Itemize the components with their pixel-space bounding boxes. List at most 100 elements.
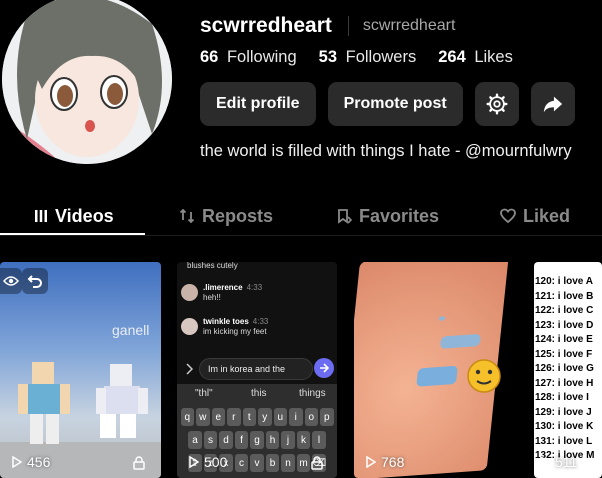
chat-bubble bbox=[439, 333, 481, 349]
chat-message-2: twinkle toes 4:33 im kicking my feet bbox=[203, 317, 268, 337]
tab-videos[interactable]: Videos bbox=[34, 196, 114, 236]
repost-icon bbox=[179, 208, 195, 224]
followers-label: Followers bbox=[345, 48, 417, 66]
settings-button[interactable] bbox=[474, 82, 519, 126]
list-item: 128: i love I bbox=[535, 392, 589, 403]
list-item: 125: i love F bbox=[535, 348, 593, 360]
tab-favorites-label: Favorites bbox=[359, 205, 440, 226]
key: l bbox=[312, 431, 326, 449]
list-item: 123: i love D bbox=[535, 319, 594, 331]
edit-profile-button[interactable]: Edit profile bbox=[200, 82, 316, 126]
likes-label: Likes bbox=[474, 48, 513, 66]
list-item: 129: i love J bbox=[535, 406, 592, 418]
video-tile-3[interactable]: 768 bbox=[354, 262, 518, 478]
tab-reposts-label: Reposts bbox=[202, 205, 274, 226]
lock-icon bbox=[133, 456, 145, 470]
gear-icon bbox=[486, 93, 508, 115]
key: j bbox=[281, 431, 295, 449]
key: m bbox=[296, 454, 311, 472]
list-item: 121: i love B bbox=[535, 290, 594, 302]
lock-icon bbox=[311, 456, 323, 470]
play-icon bbox=[540, 456, 550, 468]
video-tile-1[interactable]: ganell 456 bbox=[0, 262, 161, 478]
profile-avatar[interactable] bbox=[2, 0, 172, 164]
tabs-divider bbox=[0, 235, 602, 236]
avatar bbox=[181, 318, 198, 335]
display-name: scwrredheart bbox=[200, 14, 332, 37]
chat-message-1-time: 4:33 bbox=[246, 283, 263, 292]
video-tile-2[interactable]: blushes cutely .limerence 4:33 heh!! twin… bbox=[177, 262, 337, 478]
play-icon bbox=[366, 456, 376, 468]
chat-bubble bbox=[416, 365, 458, 387]
view-count: 456 bbox=[12, 454, 50, 470]
keyboard-suggestion-2: this bbox=[251, 388, 267, 399]
key: s bbox=[203, 431, 218, 449]
play-icon bbox=[189, 456, 199, 468]
tab-videos-label: Videos bbox=[55, 205, 114, 226]
key: n bbox=[281, 454, 295, 472]
tab-reposts[interactable]: Reposts bbox=[179, 196, 273, 236]
followers-count: 53 bbox=[318, 48, 338, 66]
likes-stat[interactable]: 264 Likes bbox=[438, 48, 513, 67]
view-count-value: 456 bbox=[27, 454, 51, 470]
key: v bbox=[250, 454, 264, 472]
key: c bbox=[234, 454, 249, 472]
list-item: 127: i love H bbox=[535, 377, 594, 389]
undo-icon bbox=[27, 275, 42, 288]
name-row: scwrredheart scwrredheart bbox=[200, 14, 455, 38]
send-button bbox=[314, 358, 334, 378]
key: o bbox=[304, 408, 318, 426]
eye-icon-button bbox=[0, 268, 22, 294]
list-item: 126: i love G bbox=[535, 363, 594, 374]
list-item: 131: i love L bbox=[535, 435, 593, 447]
chat-message-1: .limerence 4:33 heh!! bbox=[203, 283, 262, 303]
key: a bbox=[188, 431, 202, 449]
chat-message-1-name: .limerence bbox=[203, 283, 243, 292]
video-tile-4[interactable]: 120: i love A 121: i love B 122: i love … bbox=[534, 262, 602, 478]
key: b bbox=[265, 454, 280, 472]
view-count-value: 768 bbox=[381, 454, 405, 470]
key: h bbox=[265, 431, 280, 449]
following-label: Following bbox=[226, 48, 297, 66]
video-overlay-text: ganell bbox=[112, 322, 150, 338]
key: k bbox=[296, 431, 311, 449]
chat-message-1-text: heh!! bbox=[203, 293, 221, 302]
share-arrow-icon bbox=[543, 96, 562, 113]
key: u bbox=[273, 408, 287, 426]
send-arrow-icon bbox=[320, 363, 329, 373]
followers-stat[interactable]: 53 Followers bbox=[319, 48, 417, 67]
profile-stats: 66 Following 53 Followers 264 Likes bbox=[200, 48, 513, 67]
eye-icon bbox=[3, 276, 19, 286]
keyboard-suggestion-1: "thl" bbox=[195, 388, 213, 399]
keyboard-suggestion-3: things bbox=[299, 388, 326, 399]
list-item: 120: i love A bbox=[535, 276, 593, 287]
key: d bbox=[219, 431, 233, 449]
view-count-value: 500 bbox=[204, 454, 228, 470]
play-icon bbox=[12, 456, 22, 468]
following-stat[interactable]: 66 Following bbox=[200, 48, 297, 67]
key: f bbox=[234, 431, 249, 449]
chat-bubble bbox=[438, 316, 446, 321]
key: w bbox=[196, 408, 210, 426]
avatar-image bbox=[2, 0, 172, 164]
grid-icon bbox=[35, 210, 47, 222]
tab-favorites[interactable]: Favorites bbox=[336, 196, 439, 236]
key: i bbox=[289, 408, 303, 426]
view-count: 511 bbox=[540, 454, 577, 470]
heart-icon bbox=[500, 208, 516, 224]
view-count: 768 bbox=[366, 454, 404, 470]
chat-line-text: blushes cutely bbox=[187, 262, 238, 270]
key: g bbox=[250, 431, 264, 449]
promote-post-button[interactable]: Promote post bbox=[327, 82, 463, 126]
profile-actions: Edit profile Promote post bbox=[200, 82, 575, 126]
key: t bbox=[242, 408, 256, 426]
tab-liked[interactable]: Liked bbox=[500, 196, 570, 236]
share-profile-button[interactable] bbox=[530, 82, 575, 126]
tab-liked-label: Liked bbox=[523, 205, 571, 226]
chat-message-2-name: twinkle toes bbox=[203, 317, 249, 326]
likes-count: 264 bbox=[438, 48, 466, 66]
chat-line: blushes cutely bbox=[187, 262, 238, 271]
profile-bio: the world is filled with things I hate -… bbox=[200, 142, 572, 160]
undo-icon-button bbox=[22, 268, 48, 294]
chevron-right-icon bbox=[186, 363, 193, 375]
